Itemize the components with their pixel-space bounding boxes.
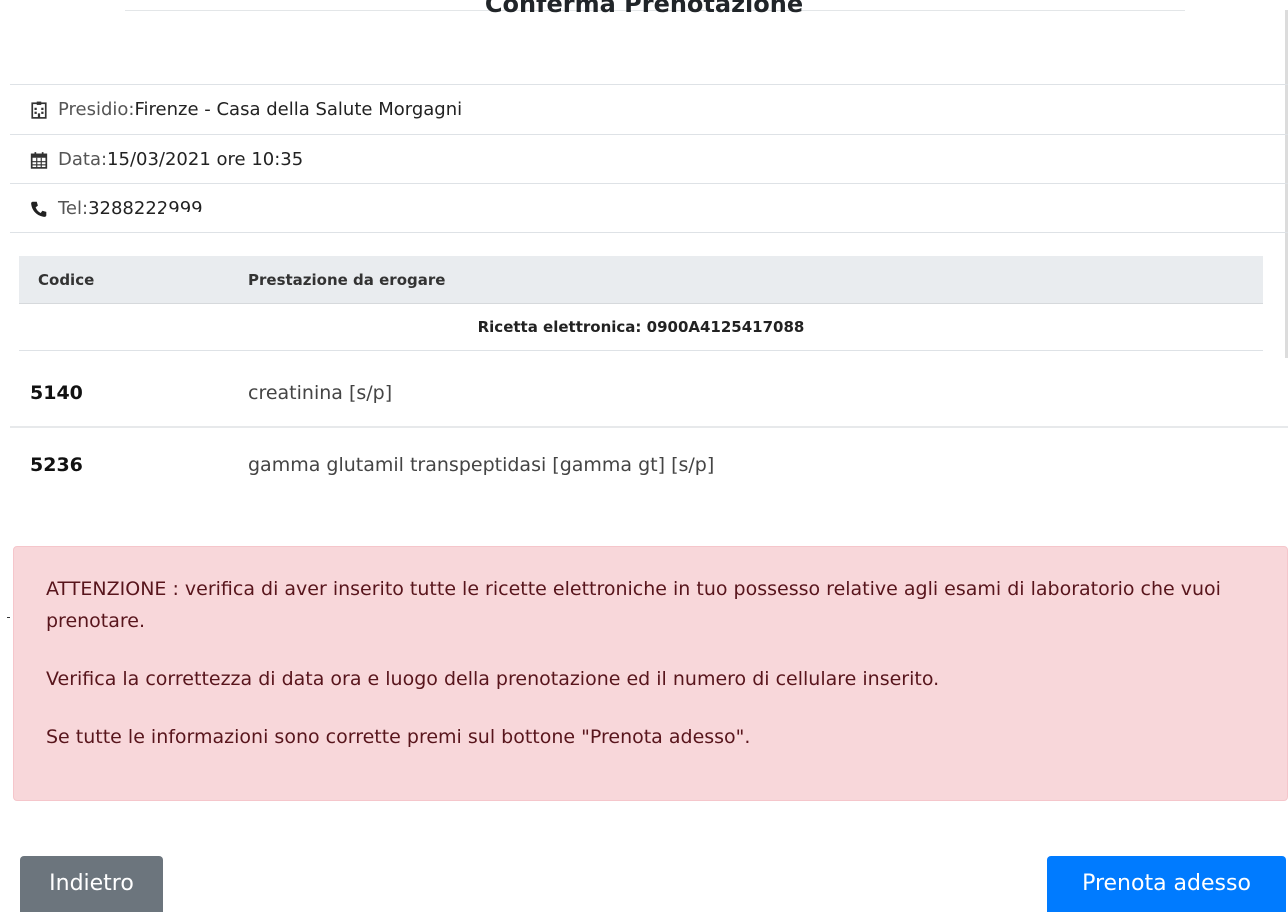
ricetta-row: Ricetta elettronica: 0900A4125417088 (19, 305, 1263, 351)
row-code: 5140 (30, 382, 83, 404)
back-button[interactable]: Indietro (20, 856, 163, 912)
row-code: 5236 (30, 454, 83, 476)
alert-message: ATTENZIONE : verifica di aver inserito t… (46, 578, 1221, 632)
presidio-label: Presidio: (58, 99, 135, 120)
data-label: Data: (58, 149, 108, 170)
row-description: creatinina [s/p] (248, 382, 393, 404)
info-data: Data: 15/03/2021 ore 10:35 (10, 134, 1288, 184)
alert-message: Se tutte le informazioni sono corrette p… (46, 726, 751, 748)
data-value: 15/03/2021 ore 10:35 (107, 149, 304, 170)
header-prestazione: Prestazione da erogare (248, 271, 446, 289)
alert-message: Verifica la correttezza di data ora e lu… (46, 668, 940, 690)
row-description: gamma glutamil transpeptidasi [gamma gt]… (248, 454, 715, 476)
table-header: Codice Prestazione da erogare (19, 256, 1263, 304)
page-title: Conferma Prenotazione (484, 0, 804, 18)
phone-icon (31, 201, 47, 217)
table-row: 5140 creatinina [s/p] (10, 358, 1288, 428)
divider-mark (7, 617, 10, 618)
hospital-icon (31, 101, 47, 119)
book-now-button[interactable]: Prenota adesso (1047, 856, 1286, 912)
info-presidio: Presidio: Firenze - Casa della Salute Mo… (10, 84, 1288, 134)
info-divider (10, 232, 1288, 233)
table-row: 5236 gamma glutamil transpeptidasi [gamm… (10, 430, 1288, 500)
calendar-icon (30, 151, 48, 169)
header-codice: Codice (38, 271, 95, 289)
warning-alert: ATTENZIONE : verifica di aver inserito t… (13, 546, 1288, 801)
tel-redaction (164, 212, 356, 234)
presidio-value: Firenze - Casa della Salute Morgagni (134, 99, 463, 120)
tel-label: Tel: (58, 198, 89, 219)
